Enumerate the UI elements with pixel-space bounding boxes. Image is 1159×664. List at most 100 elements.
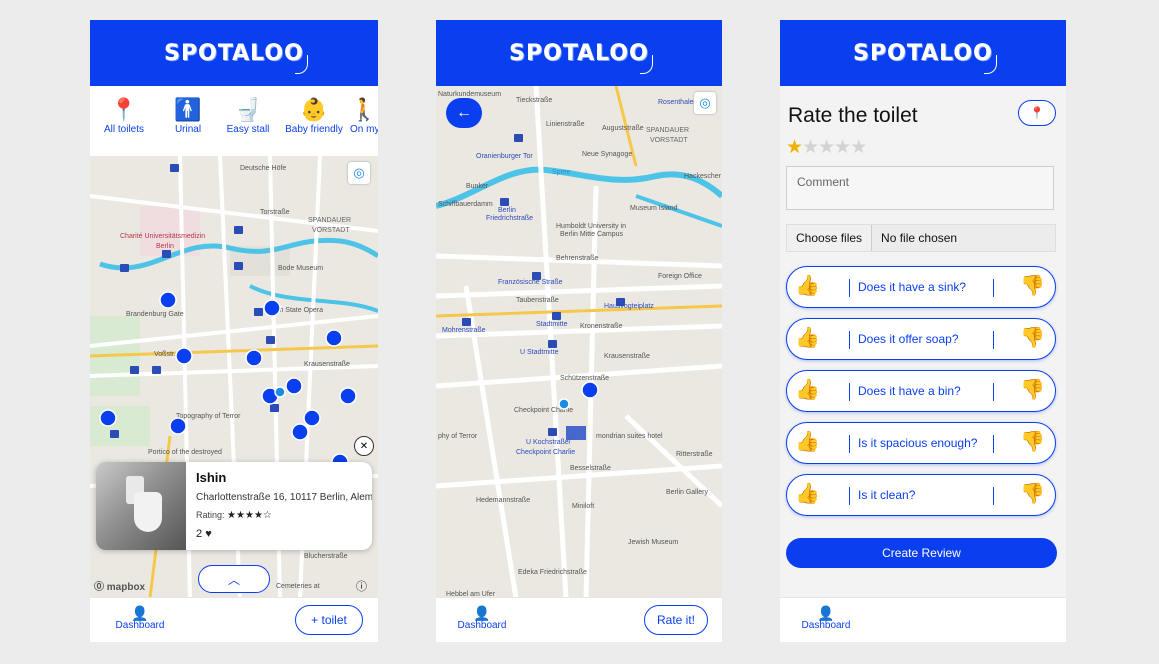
thumbs-down-icon[interactable]: 👎 xyxy=(1020,377,1045,402)
svg-text:U Stadtmitte: U Stadtmitte xyxy=(520,349,559,356)
svg-text:Hackescher: Hackescher xyxy=(684,173,722,180)
dashboard-button[interactable]: 👤 Dashboard xyxy=(114,606,166,631)
locate-me-icon[interactable]: ◎ xyxy=(694,92,716,114)
app-logo: SPOTALOO xyxy=(164,41,308,74)
svg-text:Mohrenstraße: Mohrenstraße xyxy=(442,327,486,334)
thumbs-down-icon[interactable]: 👎 xyxy=(1020,273,1045,298)
svg-text:Auguststraße: Auguststraße xyxy=(602,125,644,132)
svg-text:Berlin Mitte Campus: Berlin Mitte Campus xyxy=(560,231,624,238)
svg-text:Blucherstraße: Blucherstraße xyxy=(304,553,348,560)
svg-text:SPANDAUER: SPANDAUER xyxy=(646,127,689,134)
svg-text:Ritterstraße: Ritterstraße xyxy=(676,451,713,458)
svg-text:SPANDAUER: SPANDAUER xyxy=(308,217,351,224)
svg-text:Besselstraße: Besselstraße xyxy=(570,465,611,472)
create-review-button[interactable]: Create Review xyxy=(786,538,1057,568)
svg-text:Portico of the destroyed: Portico of the destroyed xyxy=(148,449,222,456)
svg-text:Charité Universitätsmedizin: Charité Universitätsmedizin xyxy=(120,233,205,240)
thumbs-up-icon[interactable]: 👍 xyxy=(795,429,820,454)
file-input[interactable]: Choose files No file chosen xyxy=(786,224,1056,252)
star-icon[interactable]: ★ xyxy=(786,137,803,158)
dashboard-button[interactable]: 👤 Dashboard xyxy=(456,606,508,631)
svg-text:mondrian suites hotel: mondrian suites hotel xyxy=(596,433,663,440)
category-easy-stall[interactable]: 🚽 Easy stall xyxy=(218,86,278,156)
svg-text:Linienstraße: Linienstraße xyxy=(546,121,585,128)
star-icon[interactable]: ★ xyxy=(850,137,867,158)
svg-text:Schiffbauerdamm: Schiffbauerdamm xyxy=(438,201,493,208)
rating-stars: ★★★★☆ xyxy=(227,510,272,521)
file-status: No file chosen xyxy=(881,231,958,245)
svg-text:Humboldt University in: Humboldt University in xyxy=(556,223,626,230)
svg-text:Museum Island: Museum Island xyxy=(630,205,678,212)
map-pins-icon: 📍 xyxy=(110,97,138,122)
dashboard-label: Dashboard xyxy=(457,620,507,631)
thumbs-up-icon[interactable]: 👍 xyxy=(795,481,820,506)
category-label: On my l xyxy=(350,124,378,135)
comment-placeholder: Comment xyxy=(797,175,850,189)
question-row: 👍 Does it offer soap? 👎 xyxy=(786,318,1056,360)
svg-text:Spree: Spree xyxy=(552,169,571,176)
svg-text:Voßstr.: Voßstr. xyxy=(154,351,176,358)
add-toilet-button[interactable]: + toilet xyxy=(295,605,363,635)
app-logo: SPOTALOO xyxy=(853,41,997,74)
choose-files-button[interactable]: Choose files xyxy=(787,225,873,251)
svg-text:Berlin: Berlin xyxy=(498,207,516,214)
category-filter-bar: 📍 All toilets 🚹 Urinal 🚽 Easy stall 👶 Baby f… xyxy=(90,86,378,156)
heart-icon: ♥ xyxy=(205,528,212,540)
svg-text:Berlin: Berlin xyxy=(156,243,174,250)
question-text: Is it clean? xyxy=(858,488,916,502)
svg-text:Hedemannstraße: Hedemannstraße xyxy=(476,497,530,504)
star-icon[interactable]: ★ xyxy=(802,137,819,158)
svg-text:Neue Synagoge: Neue Synagoge xyxy=(582,151,632,158)
category-label: Urinal xyxy=(174,124,202,135)
star-rating-input[interactable]: ★★★★★ xyxy=(786,136,867,159)
app-header: SPOTALOO xyxy=(90,20,378,86)
svg-text:Hausvogteiplatz: Hausvogteiplatz xyxy=(604,303,654,310)
screen-map-detail: SPOTALOO Naturkundemuseum Tieckstraße Ro… xyxy=(436,20,722,642)
star-icon[interactable]: ★ xyxy=(818,137,835,158)
toilet-popup-card[interactable]: Ishin Charlottenstraße 16, 10117 Berlin,… xyxy=(96,462,372,550)
thumbs-down-icon[interactable]: 👎 xyxy=(1020,325,1045,350)
svg-text:Oranienburger Tor: Oranienburger Tor xyxy=(476,153,533,160)
svg-text:U Kochstraße/: U Kochstraße/ xyxy=(526,439,571,446)
svg-text:Edeka Friedrichstraße: Edeka Friedrichstraße xyxy=(518,569,587,576)
question-row: 👍 Is it clean? 👎 xyxy=(786,474,1056,516)
category-label: All toilets xyxy=(103,124,144,135)
location-pin-button[interactable]: 📍 xyxy=(1018,100,1056,126)
thumbs-up-icon[interactable]: 👍 xyxy=(795,377,820,402)
dashboard-button[interactable]: 👤 Dashboard xyxy=(800,606,852,631)
svg-text:Naturkundemuseum: Naturkundemuseum xyxy=(438,91,501,98)
back-arrow-icon[interactable]: ← xyxy=(446,98,482,128)
mapbox-text: mapbox xyxy=(106,582,146,593)
toilet-photo xyxy=(96,462,186,550)
category-urinal[interactable]: 🚹 Urinal xyxy=(158,86,218,156)
svg-text:VORSTADT: VORSTADT xyxy=(650,137,688,144)
thumbs-down-icon[interactable]: 👎 xyxy=(1020,481,1045,506)
svg-text:Brandenburg Gate: Brandenburg Gate xyxy=(126,311,184,318)
svg-text:Bode Museum: Bode Museum xyxy=(278,265,323,272)
comment-textarea[interactable]: Comment xyxy=(786,166,1054,210)
question-row: 👍 Is it spacious enough? 👎 xyxy=(786,422,1056,464)
bottom-nav: 👤 Dashboard + toilet xyxy=(90,597,378,642)
rating-label: Rating: xyxy=(196,510,225,520)
map-view[interactable]: Naturkundemuseum Tieckstraße Rosenthaler… xyxy=(436,86,722,598)
category-on-my-level[interactable]: 🚶 On my l xyxy=(350,86,378,156)
svg-text:Schützenstraße: Schützenstraße xyxy=(560,375,609,382)
svg-text:Französische Straße: Französische Straße xyxy=(498,279,563,286)
user-icon: 👤 xyxy=(817,605,835,621)
locate-me-icon[interactable]: ◎ xyxy=(348,162,370,184)
info-icon[interactable]: ⓘ xyxy=(356,578,367,594)
svg-text:Krausenstraße: Krausenstraße xyxy=(604,353,650,360)
category-baby-friendly[interactable]: 👶 Baby friendly xyxy=(278,86,350,156)
rate-it-button[interactable]: Rate it! xyxy=(644,605,708,635)
close-popup-icon[interactable]: ✕ xyxy=(354,436,374,456)
category-label: Baby friendly xyxy=(285,124,343,135)
star-icon[interactable]: ★ xyxy=(834,137,851,158)
category-all-toilets[interactable]: 📍 All toilets xyxy=(90,86,158,156)
expand-chevron-up-icon[interactable]: ︿ xyxy=(198,565,270,593)
thumbs-up-filled-icon[interactable]: 👍 xyxy=(795,273,820,298)
svg-text:Topography of Terror: Topography of Terror xyxy=(176,413,241,420)
thumbs-up-filled-icon[interactable]: 👍 xyxy=(795,325,820,350)
svg-text:Deutsche Höfe: Deutsche Höfe xyxy=(240,165,286,172)
popup-title: Ishin xyxy=(196,470,227,485)
thumbs-down-filled-icon[interactable]: 👎 xyxy=(1020,429,1045,454)
